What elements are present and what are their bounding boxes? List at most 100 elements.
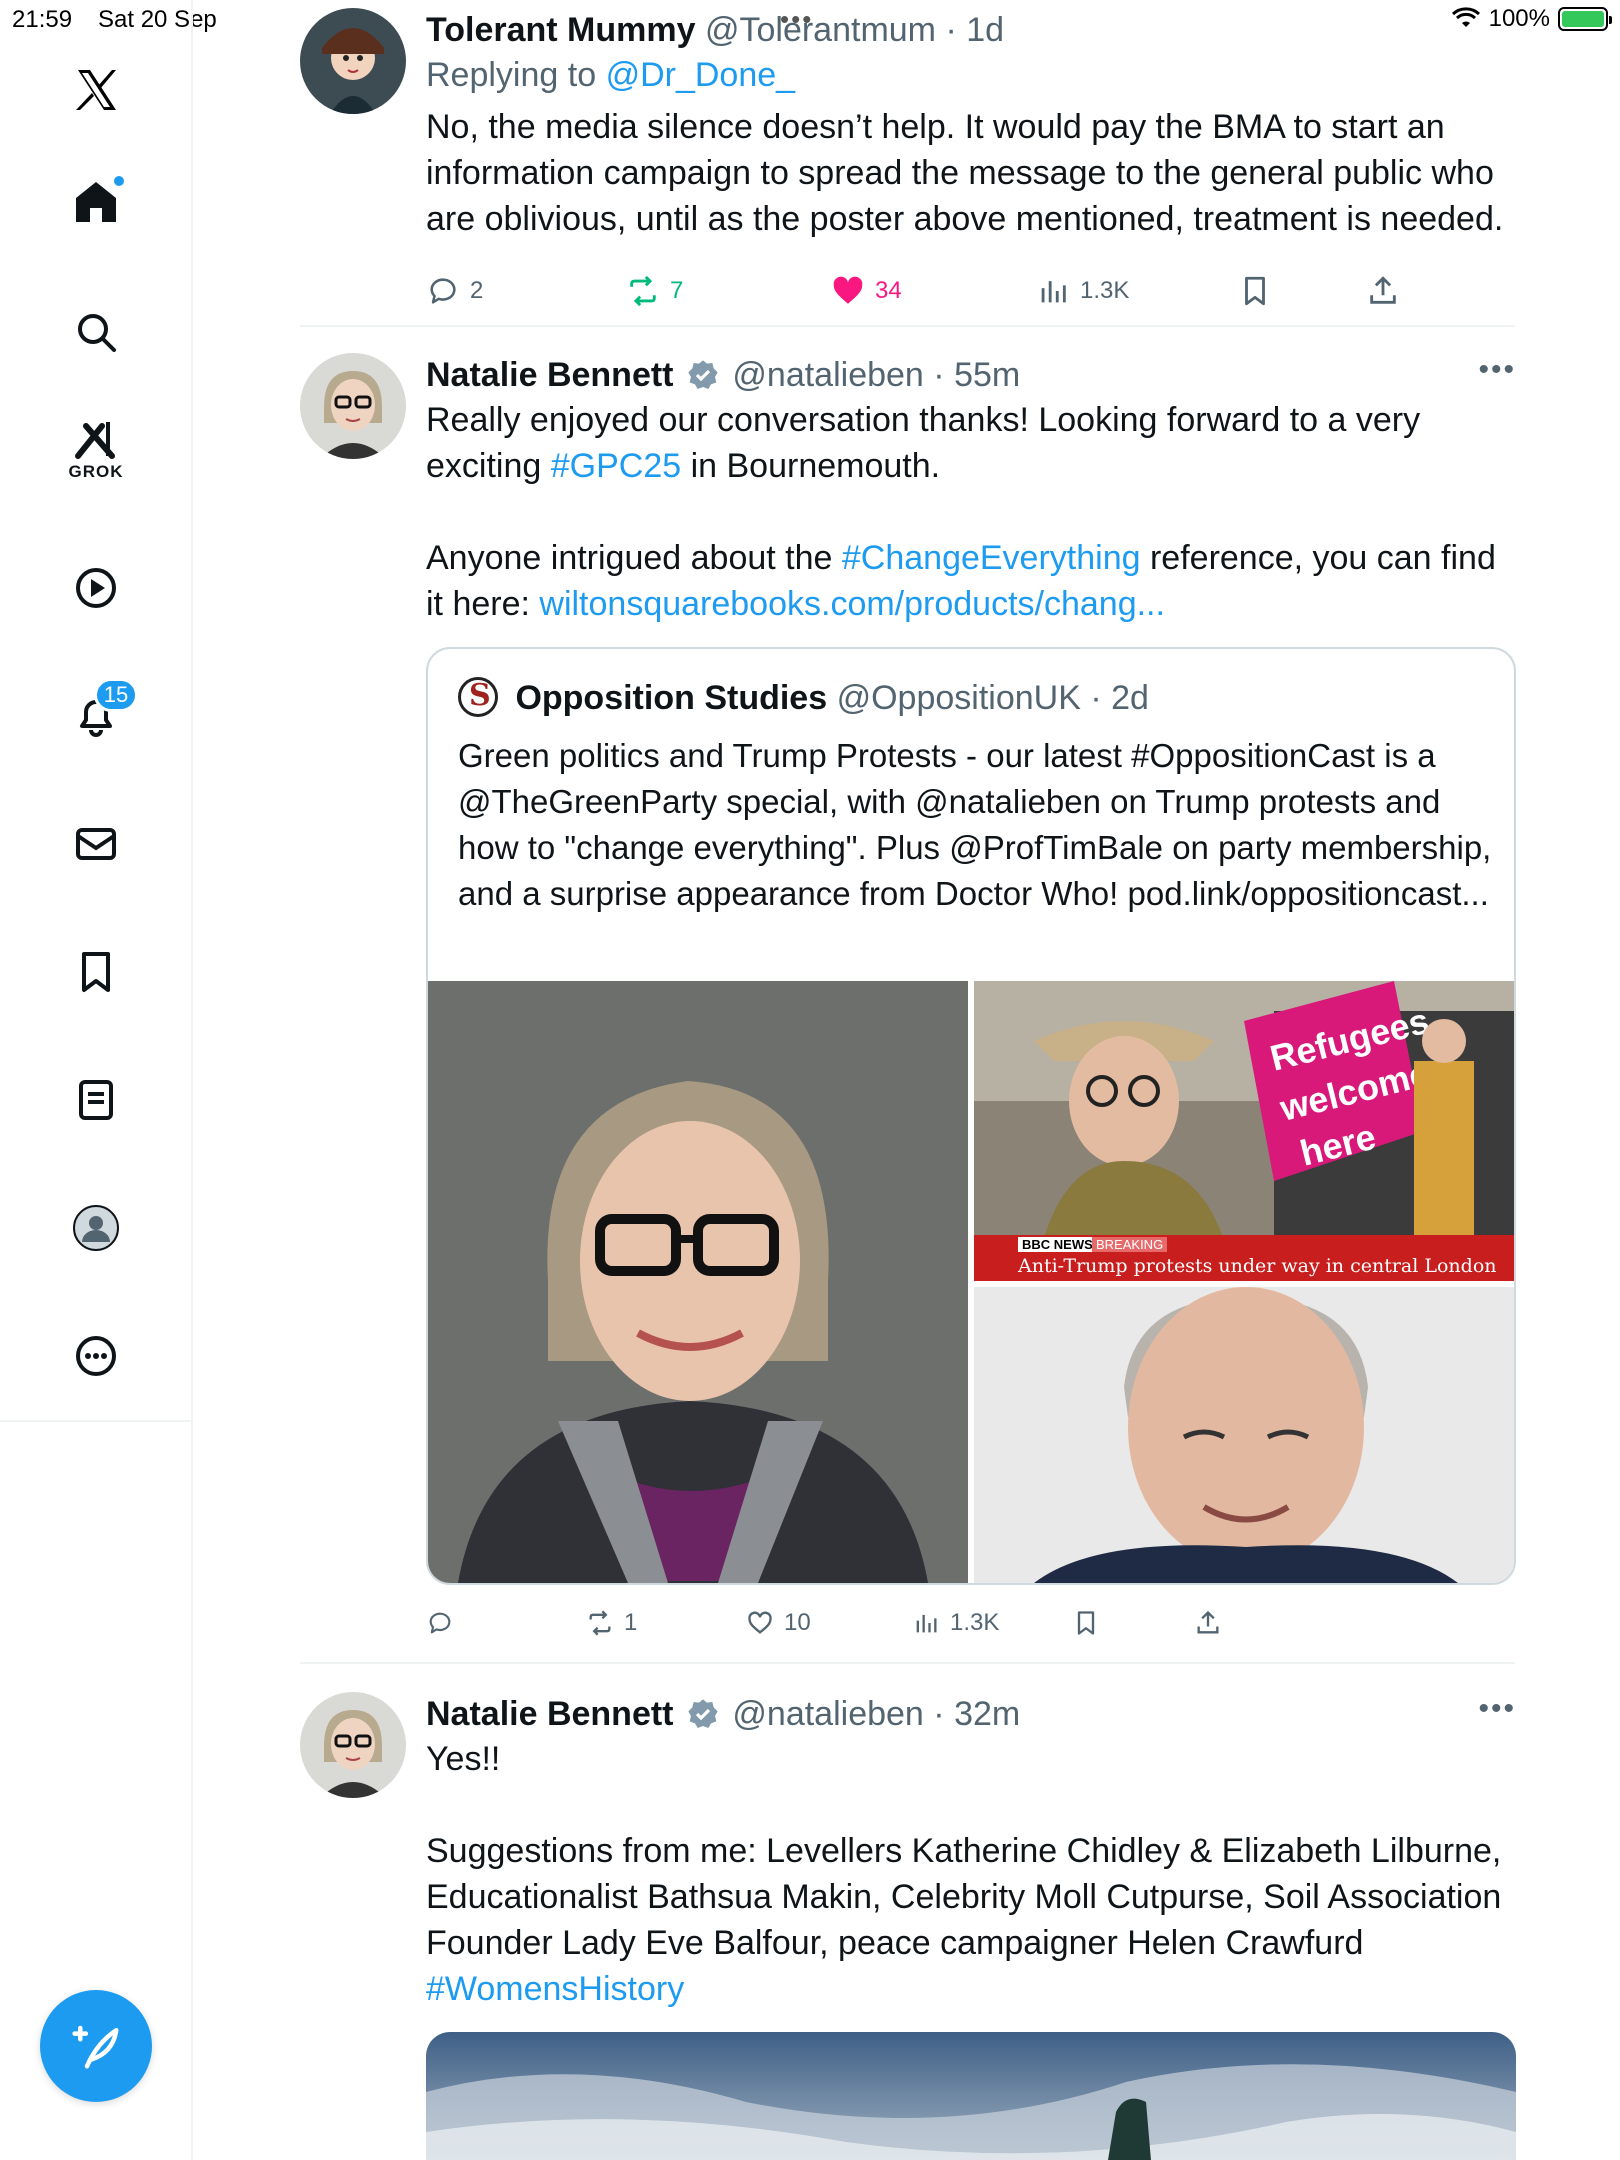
repost-icon [589, 1610, 611, 1636]
tweet-text: No, the media silence doesn’t help. It w… [426, 108, 1504, 238]
nav-lists[interactable] [56, 1060, 136, 1140]
reply-icon [430, 278, 456, 304]
media-protest-news[interactable]: Refugees welcome here BBC NEWS BREAKING … [974, 981, 1514, 1281]
nav-more[interactable] [56, 1316, 136, 1396]
repost-count: 7 [670, 277, 684, 304]
text-part: in Bournemouth. [681, 447, 941, 485]
tweet-time[interactable]: · 1d [945, 11, 1004, 49]
views-chart-icon [1041, 281, 1066, 303]
reply-button[interactable]: 2 [426, 274, 483, 308]
x-logo-icon[interactable] [56, 50, 136, 130]
tweet-actions: 1 10 1.3K [426, 1601, 1516, 1645]
avatar[interactable] [300, 1692, 406, 1798]
media-portrait-man[interactable] [974, 1287, 1514, 1583]
news-tag: BBC NEWS [1018, 1237, 1097, 1252]
sidebar-divider [0, 1420, 193, 1422]
home-unread-dot [112, 174, 126, 188]
tweet-text: Yes!! Suggestions from me: Levellers Kat… [426, 1736, 1516, 2012]
grok-label: GROK [68, 462, 124, 481]
tweet-divider [300, 325, 1515, 327]
external-link[interactable]: wiltonsquarebooks.com/products/chang... [539, 585, 1165, 623]
nav-messages[interactable] [56, 804, 136, 884]
views-button[interactable]: 1.3K [1036, 274, 1129, 308]
news-headline: Anti-Trump protests under way in central… [1018, 1255, 1497, 1277]
mail-icon [76, 828, 116, 860]
quote-time: · 2d [1090, 679, 1149, 717]
bookmark-button[interactable] [1072, 1609, 1100, 1637]
replying-to-link[interactable]: @Dr_Done_ [606, 56, 796, 94]
compose-feather-icon [72, 2025, 119, 2069]
bookmark-icon [1245, 276, 1265, 306]
news-tag-breaking: BREAKING [1092, 1237, 1168, 1252]
like-count: 10 [784, 1609, 811, 1636]
bookmark-button[interactable] [1238, 274, 1272, 308]
bookmark-icon [1077, 1611, 1095, 1635]
tweet-image-sky[interactable] [426, 2032, 1516, 2160]
profile-avatar-icon [73, 1205, 119, 1251]
quote-author-name[interactable]: Opposition Studies [515, 679, 827, 717]
media-portrait-natalie[interactable] [428, 981, 968, 1583]
like-button[interactable]: 10 [746, 1609, 811, 1637]
author-handle[interactable]: @Tolerantmum [705, 11, 936, 49]
sidebar: GROK 15 [0, 0, 193, 2160]
repost-button[interactable]: 7 [626, 274, 683, 308]
bookmark-icon [82, 952, 110, 992]
nav-bookmarks[interactable] [56, 932, 136, 1012]
news-ticker: BBC NEWS BREAKING Anti-Trump protests un… [974, 1235, 1514, 1281]
quote-author-handle[interactable]: @OppositionUK [837, 679, 1081, 717]
hashtag-link[interactable]: #GPC25 [551, 447, 681, 485]
hashtag-link[interactable]: #WomensHistory [426, 1970, 684, 2008]
nav-home[interactable] [56, 162, 136, 242]
more-options-icon[interactable]: ••• [1478, 1692, 1516, 1726]
search-icon [78, 314, 116, 352]
text-part: Suggestions from me: Levellers Katherine… [426, 1832, 1502, 1962]
view-count: 1.3K [1080, 277, 1130, 304]
nav-grok[interactable]: GROK [56, 408, 136, 488]
author-name[interactable]: Natalie Bennett [426, 1695, 674, 1733]
more-circle-icon [76, 1336, 116, 1376]
nav-profile[interactable] [56, 1188, 136, 1268]
tweet-text: Really enjoyed our conversation thanks! … [426, 397, 1516, 627]
heart-filled-icon [833, 276, 863, 304]
text-part: Yes!! [426, 1740, 501, 1778]
quoted-tweet[interactable]: Opposition Studies @OppositionUK · 2d Gr… [426, 647, 1516, 1585]
share-icon [1370, 276, 1396, 304]
compose-button[interactable] [40, 1990, 152, 2102]
notifications-badge: 15 [94, 678, 138, 712]
reply-count: 2 [470, 277, 484, 304]
tweet-actions: 2 7 34 1.3K [426, 266, 1516, 316]
author-name[interactable]: Natalie Bennett [426, 356, 674, 394]
repost-count: 1 [624, 1609, 638, 1636]
opposition-studies-logo [458, 677, 498, 717]
tweet-time[interactable]: · 55m [933, 356, 1020, 394]
quote-media-grid: Refugees welcome here BBC NEWS BREAKING … [428, 981, 1514, 1583]
nav-video[interactable] [56, 548, 136, 628]
views-button[interactable]: 1.3K [912, 1609, 999, 1637]
nav-notifications[interactable]: 15 [56, 676, 138, 756]
reply-button[interactable] [426, 1609, 464, 1637]
views-chart-icon [916, 1614, 937, 1633]
share-button[interactable] [1194, 1609, 1222, 1637]
like-count: 34 [875, 277, 902, 304]
nav-explore[interactable] [56, 292, 136, 372]
more-options-icon[interactable]: ••• [1478, 353, 1516, 387]
battery-icon [1558, 7, 1612, 31]
share-button[interactable] [1366, 274, 1400, 308]
author-name[interactable]: Tolerant Mummy [426, 11, 696, 49]
author-handle[interactable]: @natalieben [732, 356, 923, 394]
hashtag-link[interactable]: #ChangeEverything [842, 539, 1141, 577]
play-icon [76, 568, 116, 608]
avatar[interactable] [300, 353, 406, 459]
like-button[interactable]: 34 [831, 274, 902, 308]
tweet-time[interactable]: · 32m [933, 1695, 1020, 1733]
author-handle[interactable]: @natalieben [732, 1695, 923, 1733]
grok-icon [75, 422, 115, 459]
view-count: 1.3K [950, 1609, 1000, 1636]
verified-badge-icon [688, 1699, 718, 1728]
replying-to: Replying to @Dr_Done_ [426, 52, 1516, 98]
replying-prefix: Replying to [426, 56, 597, 94]
heart-outline-icon [748, 1611, 772, 1634]
avatar[interactable] [300, 8, 406, 114]
quote-text: Green politics and Trump Protests - our … [458, 737, 1492, 912]
repost-button[interactable]: 1 [586, 1609, 637, 1637]
